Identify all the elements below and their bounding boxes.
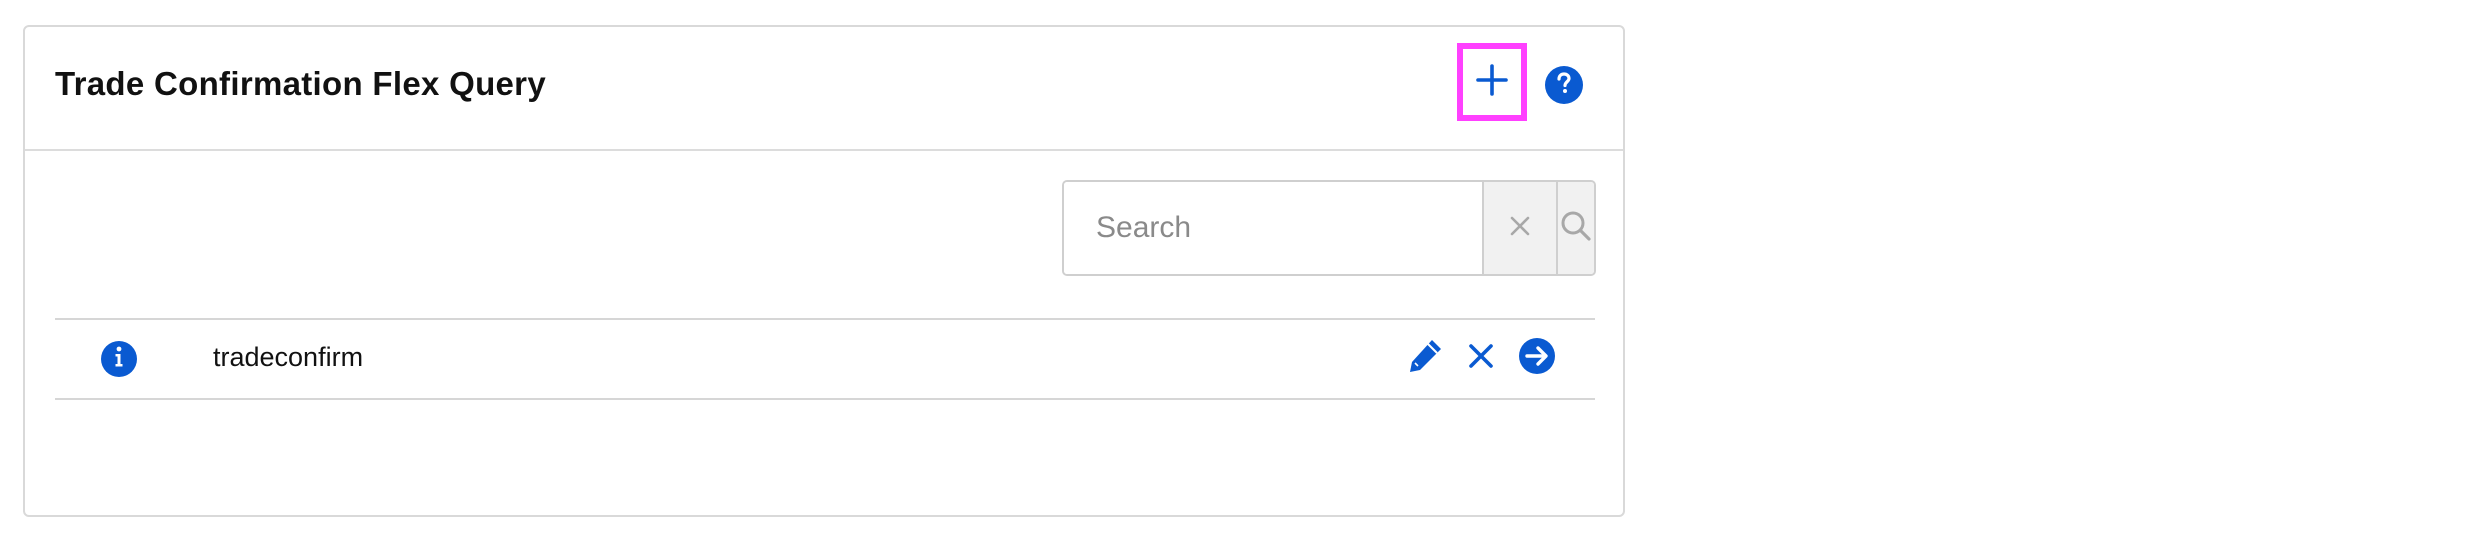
query-list: tradeconfirm [55, 318, 1595, 400]
list-item: tradeconfirm [55, 320, 1595, 398]
info-button[interactable] [101, 341, 137, 377]
plus-icon [1475, 63, 1509, 102]
info-circle-icon [113, 346, 125, 373]
help-button[interactable] [1545, 66, 1583, 104]
arrow-right-circle-icon [1518, 337, 1556, 380]
query-name[interactable]: tradeconfirm [213, 342, 363, 373]
search-icon [1560, 210, 1592, 247]
row-actions [1389, 337, 1557, 380]
pencil-icon [1406, 337, 1444, 380]
panel-title: Trade Confirmation Flex Query [55, 65, 546, 102]
edit-button[interactable] [1405, 338, 1445, 378]
delete-button[interactable] [1461, 338, 1501, 378]
search-input[interactable] [1064, 182, 1484, 274]
question-circle-icon [1554, 71, 1574, 100]
close-icon [1509, 215, 1531, 242]
search-clear-button[interactable] [1484, 182, 1558, 274]
panel-header: Trade Confirmation Flex Query [25, 27, 1623, 151]
flex-query-panel: Trade Confirmation Flex Query Search tra… [23, 25, 1625, 517]
search-bar [1062, 180, 1596, 276]
search-submit-button[interactable] [1558, 182, 1594, 274]
close-icon [1467, 342, 1495, 375]
run-query-button[interactable] [1517, 337, 1557, 380]
add-query-button[interactable] [1457, 43, 1527, 121]
